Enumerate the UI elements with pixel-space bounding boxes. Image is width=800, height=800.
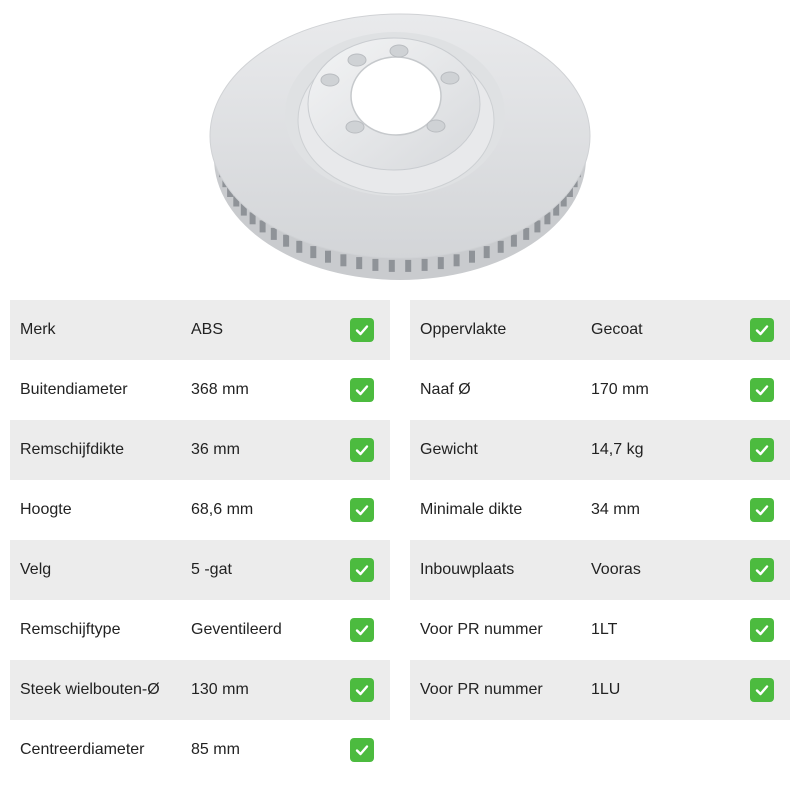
spec-label: Steek wielbouten-Ø xyxy=(20,681,160,698)
vent-slot xyxy=(270,227,277,240)
vent-slot xyxy=(405,259,412,272)
spec-row: Oppervlakte Gecoat xyxy=(410,300,790,360)
spec-value: 68,6 mm xyxy=(191,501,254,518)
check-mark-icon xyxy=(350,618,374,642)
spec-label: Merk xyxy=(20,321,56,338)
spec-label: Velg xyxy=(20,561,52,578)
spec-table-left: Merk ABS Buitendiameter 368 mm Remschijfdikt… xyxy=(10,300,390,780)
vent-slot xyxy=(483,246,490,259)
spec-value: 1LU xyxy=(591,681,621,698)
spec-value: 5 -gat xyxy=(191,561,232,578)
spec-value: 170 mm xyxy=(591,381,649,398)
check-mark-icon xyxy=(350,558,374,582)
spec-label: Centreerdiameter xyxy=(20,741,145,758)
vent-slot xyxy=(453,254,460,267)
check-mark-icon xyxy=(750,498,774,522)
spec-value: 85 mm xyxy=(191,741,240,758)
vent-slot xyxy=(421,258,428,271)
spec-value: 36 mm xyxy=(191,441,240,458)
check-mark-icon xyxy=(750,558,774,582)
check-mark-icon xyxy=(350,438,374,462)
spec-label: Voor PR nummer xyxy=(420,621,543,638)
check-mark-icon xyxy=(750,678,774,702)
check-mark-icon xyxy=(350,318,374,342)
spec-value: 34 mm xyxy=(591,501,640,518)
spec-row: Merk ABS xyxy=(10,300,390,360)
check-mark-icon xyxy=(350,498,374,522)
vent-slot xyxy=(388,259,395,272)
spec-row: Minimale dikte 34 mm xyxy=(410,480,790,540)
spec-row: Velg 5 -gat xyxy=(10,540,390,600)
spec-row: Remschijftype Geventileerd xyxy=(10,600,390,660)
vent-slot xyxy=(283,234,290,247)
spec-row: Naaf Ø 170 mm xyxy=(410,360,790,420)
spec-label: Minimale dikte xyxy=(420,501,523,518)
check-mark-icon xyxy=(750,318,774,342)
spec-value: 1LT xyxy=(591,621,618,638)
vent-slot xyxy=(510,234,517,247)
check-mark-icon xyxy=(750,438,774,462)
brake-disc-image xyxy=(209,13,591,280)
spec-label: Voor PR nummer xyxy=(420,681,543,698)
vent-slot xyxy=(340,254,347,267)
check-mark-icon xyxy=(350,678,374,702)
spec-row: Buitendiameter 368 mm xyxy=(10,360,390,420)
spec-row: Voor PR nummer 1LT xyxy=(410,600,790,660)
spec-table-right: Oppervlakte Gecoat Naaf Ø 170 mm Gewicht 14,7… xyxy=(410,300,790,720)
spec-value: Gecoat xyxy=(591,321,643,338)
check-mark-icon xyxy=(750,378,774,402)
vent-slot xyxy=(497,240,504,253)
spec-row: Remschijfdikte 36 mm xyxy=(10,420,390,480)
spec-label: Oppervlakte xyxy=(420,321,507,338)
vent-slot xyxy=(296,240,303,253)
spec-row: Voor PR nummer 1LU xyxy=(410,660,790,720)
check-mark-icon xyxy=(750,618,774,642)
spec-row: Gewicht 14,7 kg xyxy=(410,420,790,480)
spec-label: Gewicht xyxy=(420,441,478,458)
spec-value: Vooras xyxy=(591,561,641,578)
vent-slot xyxy=(310,246,317,259)
vent-slot xyxy=(523,227,530,240)
check-mark-icon xyxy=(350,738,374,762)
vent-slot xyxy=(356,257,363,270)
vent-slot xyxy=(469,250,475,263)
spec-value: 368 mm xyxy=(191,381,249,398)
spec-value: Geventileerd xyxy=(191,621,282,638)
spec-row: Inbouwplaats Vooras xyxy=(410,540,790,600)
vent-slot xyxy=(437,257,444,270)
spec-label: Naaf Ø xyxy=(420,381,471,398)
spec-row: Hoogte 68,6 mm xyxy=(10,480,390,540)
spec-value: 14,7 kg xyxy=(591,441,644,458)
vent-slot xyxy=(325,250,331,263)
vent-slot xyxy=(372,258,379,271)
spec-label: Hoogte xyxy=(20,501,72,518)
spec-label: Remschijfdikte xyxy=(20,441,125,458)
spec-row: Centreerdiameter 85 mm xyxy=(10,720,390,780)
spec-value: 130 mm xyxy=(191,681,249,698)
spec-label: Inbouwplaats xyxy=(420,561,515,578)
spec-value: ABS xyxy=(191,321,224,338)
spec-row: Steek wielbouten-Ø 130 mm xyxy=(10,660,390,720)
spec-label: Buitendiameter xyxy=(20,381,128,398)
spec-label: Remschijftype xyxy=(20,621,121,638)
check-mark-icon xyxy=(350,378,374,402)
